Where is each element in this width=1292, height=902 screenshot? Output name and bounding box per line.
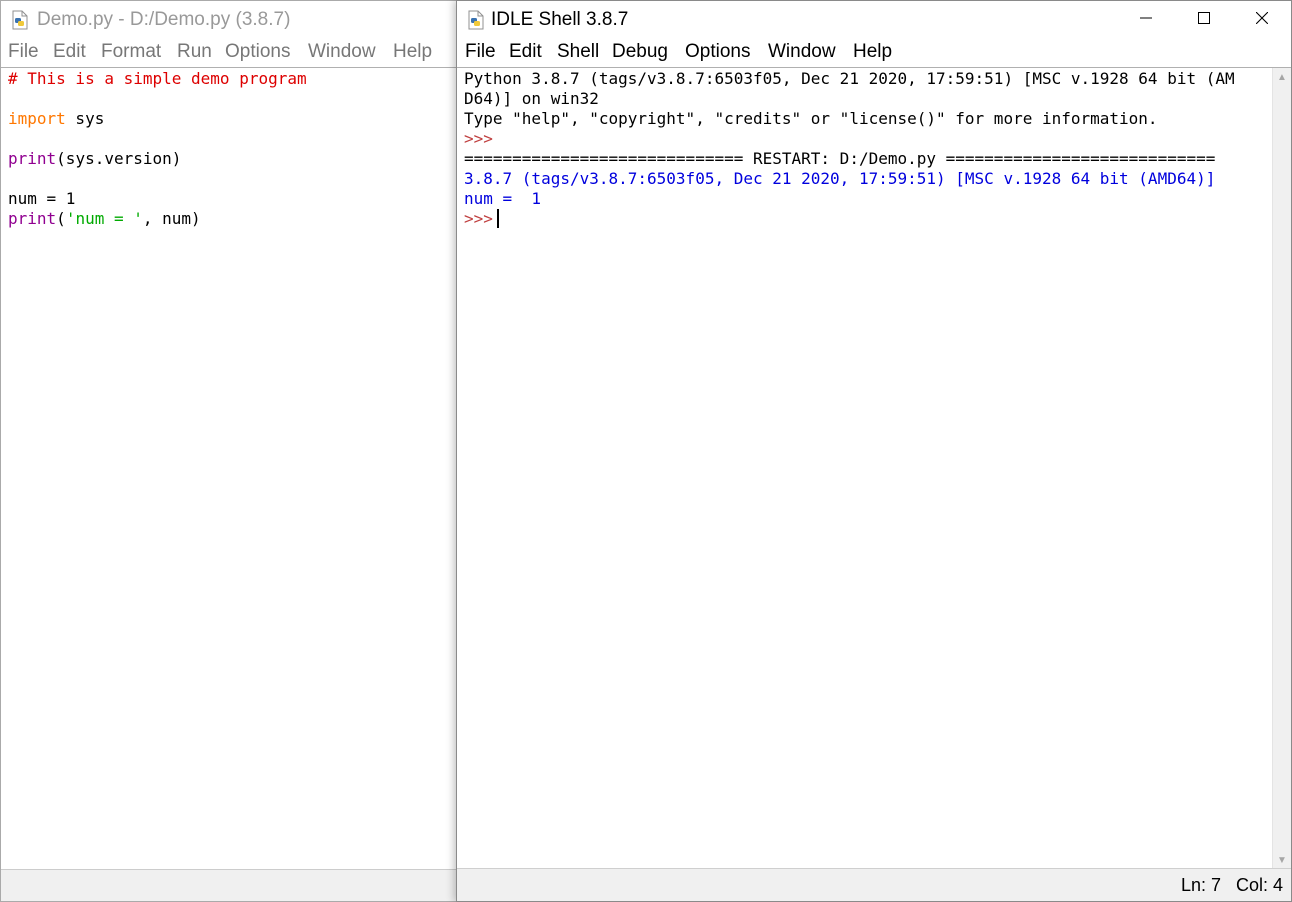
editor-menu-options[interactable]: Options [225, 41, 290, 63]
editor-menu-file[interactable]: File [8, 41, 39, 63]
editor-title-bar[interactable]: Demo.py - D:/Demo.py (3.8.7) [1, 1, 459, 39]
editor-menu-divider [1, 67, 459, 68]
code-line-3: import sys [8, 109, 459, 129]
shell-banner-line: Python 3.8.7 (tags/v3.8.7:6503f05, Dec 2… [464, 69, 1235, 88]
shell-window[interactable]: IDLE Shell 3.8.7 File Edit Shell Debug O… [456, 0, 1292, 902]
text-cursor [496, 209, 499, 228]
code-comment: # This is a simple demo program [8, 69, 307, 88]
shell-menu-help[interactable]: Help [853, 41, 892, 63]
close-button[interactable] [1233, 1, 1291, 39]
shell-prompt: >>> [464, 209, 493, 228]
code-keyword-import: import [8, 109, 66, 128]
editor-window-title: Demo.py - D:/Demo.py (3.8.7) [37, 9, 291, 30]
editor-menu-run[interactable]: Run [177, 41, 212, 63]
shell-prompt: >>> [464, 129, 493, 148]
close-icon [1255, 11, 1269, 29]
shell-banner-line: D64)] on win32 [464, 89, 599, 108]
code-text: (sys.version) [56, 149, 182, 168]
scrollbar-thumb[interactable] [1276, 88, 1288, 848]
python-file-icon [10, 10, 30, 30]
editor-menu-help[interactable]: Help [393, 41, 432, 63]
shell-title-bar[interactable]: IDLE Shell 3.8.7 [457, 1, 1291, 39]
editor-status-bar [1, 869, 459, 901]
shell-output-line: 3.8.7 (tags/v3.8.7:6503f05, Dec 21 2020,… [464, 169, 1216, 188]
editor-menu-format[interactable]: Format [101, 41, 161, 63]
shell-input-line[interactable]: >>> [464, 209, 1270, 229]
code-line-7: num = 1 [8, 189, 459, 209]
shell-banner-line: Type "help", "copyright", "credits" or "… [464, 109, 1158, 128]
code-line-5: print(sys.version) [8, 149, 459, 169]
maximize-icon [1198, 11, 1210, 29]
editor-window[interactable]: Demo.py - D:/Demo.py (3.8.7) File Edit F… [0, 0, 460, 902]
editor-menu-window[interactable]: Window [308, 41, 376, 63]
shell-text-area[interactable]: Python 3.8.7 (tags/v3.8.7:6503f05, Dec 2… [464, 69, 1270, 229]
shell-menu-divider [457, 67, 1291, 68]
scroll-down-arrow-icon[interactable]: ▼ [1273, 851, 1291, 869]
maximize-button[interactable] [1175, 1, 1233, 39]
shell-menu-shell[interactable]: Shell [557, 41, 599, 63]
code-text: num = 1 [8, 189, 76, 208]
code-string: 'num = ' [65, 209, 143, 228]
vertical-scrollbar[interactable]: ▲ ▼ [1272, 68, 1291, 869]
shell-output-line: num = 1 [464, 189, 542, 208]
minimize-icon [1140, 11, 1152, 29]
shell-menu-edit[interactable]: Edit [509, 41, 542, 63]
shell-menu-file[interactable]: File [465, 41, 496, 63]
editor-menu-bar: File Edit Format Run Options Window Help [1, 39, 459, 67]
editor-menu-edit[interactable]: Edit [53, 41, 86, 63]
code-text: ( [56, 209, 66, 228]
code-builtin-print: print [8, 149, 57, 168]
shell-menu-bar: File Edit Shell Debug Options Window Hel… [457, 39, 1291, 67]
shell-menu-window[interactable]: Window [768, 41, 836, 63]
code-text: , num) [142, 209, 201, 228]
minimize-button[interactable] [1117, 1, 1175, 39]
shell-restart-line: ============================= RESTART: D… [464, 149, 1216, 168]
shell-status-bar: Ln: 7 Col: 4 [457, 868, 1291, 901]
code-line-8: print('num = ', num) [8, 209, 459, 229]
code-builtin-print: print [8, 209, 57, 228]
python-file-icon [466, 10, 486, 30]
editor-code-area[interactable]: # This is a simple demo program import s… [8, 69, 459, 229]
code-text: sys [65, 109, 105, 128]
scroll-up-arrow-icon[interactable]: ▲ [1273, 68, 1291, 86]
shell-menu-options[interactable]: Options [685, 41, 750, 63]
code-line-1: # This is a simple demo program [8, 69, 459, 89]
shell-window-title: IDLE Shell 3.8.7 [491, 9, 629, 30]
cursor-position-status: Ln: 7 Col: 4 [1180, 875, 1283, 895]
shell-menu-debug[interactable]: Debug [612, 41, 668, 63]
